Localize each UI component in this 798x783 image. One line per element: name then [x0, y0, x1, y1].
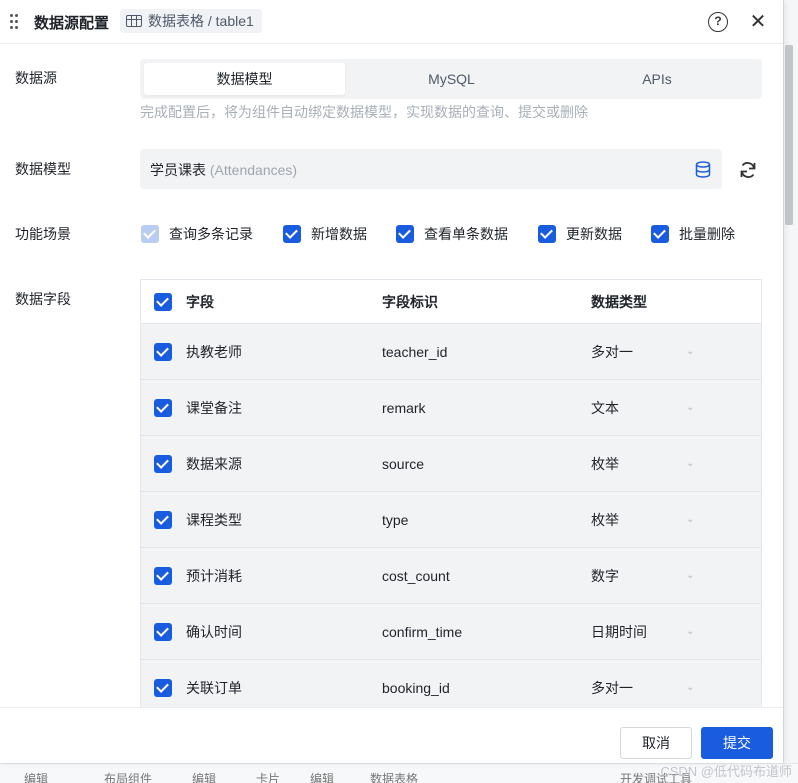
- checkbox-checked[interactable]: [651, 225, 669, 243]
- breadcrumb-text: 数据表格 / table1: [148, 13, 254, 29]
- chevron-down-icon[interactable]: ⌄: [686, 436, 694, 491]
- dialog-footer: 取消 提交: [0, 707, 783, 763]
- cancel-button[interactable]: 取消: [620, 727, 692, 759]
- bg-crumb: 布局组件: [104, 772, 153, 783]
- field-id: cost_count: [382, 567, 450, 584]
- bg-crumb: 卡片: [256, 772, 281, 783]
- dialog-title: 数据源配置: [34, 15, 110, 32]
- datasource-label: 数据源: [15, 70, 57, 86]
- refresh-icon[interactable]: [738, 160, 758, 180]
- vertical-scrollbar[interactable]: [785, 45, 793, 225]
- field-id: booking_id: [382, 679, 450, 696]
- model-name-cn: 学员课表: [150, 162, 206, 178]
- field-id: source: [382, 455, 425, 472]
- field-type-select[interactable]: 枚举: [591, 492, 619, 547]
- field-type-select[interactable]: 日期时间: [591, 604, 647, 659]
- chevron-down-icon[interactable]: ⌄: [686, 380, 694, 435]
- field-id: confirm_time: [382, 623, 463, 640]
- model-label: 数据模型: [15, 161, 71, 177]
- bg-crumb: 编辑: [192, 772, 217, 783]
- chevron-down-icon[interactable]: ⌄: [686, 548, 694, 603]
- scene-view-one[interactable]: 查看单条数据: [396, 224, 508, 244]
- table-row: 预计消耗 cost_count 数字 ⌄: [141, 548, 761, 604]
- scene-batch-delete[interactable]: 批量删除: [651, 224, 735, 244]
- datasource-option-model[interactable]: 数据模型: [144, 63, 345, 95]
- scene-label: 查询多条记录: [169, 226, 253, 242]
- row-checkbox[interactable]: [154, 454, 172, 473]
- field-type-select[interactable]: 数字: [591, 548, 619, 603]
- datasource-option-apis[interactable]: APIs: [556, 63, 758, 95]
- scene-create[interactable]: 新增数据: [283, 224, 367, 244]
- chevron-down-icon[interactable]: ⌄: [686, 660, 694, 707]
- field-id: type: [382, 511, 409, 528]
- row-checkbox[interactable]: [154, 622, 172, 641]
- model-select[interactable]: 学员课表 (Attendances): [140, 149, 722, 189]
- field-type-select[interactable]: 多对一: [591, 324, 633, 379]
- field-name: 课堂备注: [186, 399, 242, 416]
- datasource-config-dialog: 数据源配置 数据表格 / table1 ? ✕ 数据源 数据模型 MySQL A…: [0, 0, 783, 763]
- scene-label: 更新数据: [566, 226, 622, 242]
- table-row: 关联订单 booking_id 多对一 ⌄: [141, 660, 761, 707]
- field-name: 课程类型: [186, 511, 242, 528]
- dialog-body: 数据源 数据模型 MySQL APIs 完成配置后，将为组件自动绑定数据模型，实…: [0, 45, 783, 707]
- close-icon[interactable]: ✕: [748, 11, 768, 33]
- datasource-hint: 完成配置后，将为组件自动绑定数据模型，实现数据的查询、提交或删除: [140, 104, 588, 120]
- header-field: 字段: [186, 293, 214, 310]
- scenes-label: 功能场景: [15, 226, 71, 242]
- scene-query-list[interactable]: 查询多条记录: [141, 224, 253, 244]
- scene-label: 查看单条数据: [424, 226, 508, 242]
- bg-crumb: 编辑: [310, 772, 335, 783]
- row-checkbox[interactable]: [154, 398, 172, 417]
- scene-update[interactable]: 更新数据: [538, 224, 622, 244]
- table-row: 数据来源 source 枚举 ⌄: [141, 436, 761, 492]
- field-type-select[interactable]: 枚举: [591, 436, 619, 491]
- bg-crumb: 数据表格: [370, 772, 419, 783]
- fields-label: 数据字段: [15, 291, 71, 307]
- row-checkbox[interactable]: [154, 342, 172, 361]
- chevron-down-icon[interactable]: ⌄: [686, 324, 694, 379]
- field-type-select[interactable]: 文本: [591, 380, 619, 435]
- scene-label: 批量删除: [679, 226, 735, 242]
- scene-label: 新增数据: [311, 226, 367, 242]
- field-name: 关联订单: [186, 679, 242, 696]
- model-name: 学员课表 (Attendances): [150, 160, 297, 180]
- bg-crumb: 编辑: [24, 772, 49, 783]
- header-field-id: 字段标识: [382, 293, 438, 310]
- submit-button[interactable]: 提交: [701, 727, 773, 759]
- drag-handle-icon[interactable]: [8, 13, 20, 31]
- field-type-select[interactable]: 多对一: [591, 660, 633, 707]
- fields-table: 字段 字段标识 数据类型 执教老师 teacher_id 多对一 ⌄ 课堂备注 …: [140, 279, 762, 707]
- field-name: 数据来源: [186, 455, 242, 472]
- table-row: 课堂备注 remark 文本 ⌄: [141, 380, 761, 436]
- table-icon: [126, 15, 142, 27]
- table-row: 执教老师 teacher_id 多对一 ⌄: [141, 324, 761, 380]
- checkbox-checked[interactable]: [538, 225, 556, 243]
- dialog-header: 数据源配置 数据表格 / table1 ? ✕: [0, 0, 783, 44]
- field-id: teacher_id: [382, 343, 448, 360]
- model-name-en: (Attendances): [209, 162, 298, 178]
- row-checkbox[interactable]: [154, 566, 172, 585]
- fields-table-header: 字段 字段标识 数据类型: [141, 280, 761, 324]
- table-row: 课程类型 type 枚举 ⌄: [141, 492, 761, 548]
- checkbox-checked[interactable]: [396, 225, 414, 243]
- datasource-option-mysql[interactable]: MySQL: [349, 63, 554, 95]
- checkbox-checked[interactable]: [283, 225, 301, 243]
- component-breadcrumb: 数据表格 / table1: [120, 9, 262, 33]
- watermark: CSDN @低代码布道师: [660, 764, 792, 779]
- row-checkbox[interactable]: [154, 510, 172, 529]
- datasource-segmented-control: 数据模型 MySQL APIs: [140, 59, 762, 99]
- checkbox-disabled-checked: [141, 225, 159, 243]
- header-data-type: 数据类型: [591, 293, 647, 310]
- field-name: 预计消耗: [186, 567, 242, 584]
- select-all-checkbox[interactable]: [154, 292, 172, 311]
- row-checkbox[interactable]: [154, 678, 172, 697]
- help-icon[interactable]: ?: [708, 12, 728, 32]
- database-icon[interactable]: [695, 161, 711, 178]
- chevron-down-icon[interactable]: ⌄: [686, 492, 694, 547]
- table-row: 确认时间 confirm_time 日期时间 ⌄: [141, 604, 761, 660]
- chevron-down-icon[interactable]: ⌄: [686, 604, 694, 659]
- field-name: 确认时间: [186, 623, 242, 640]
- field-name: 执教老师: [186, 343, 242, 360]
- field-id: remark: [382, 399, 426, 416]
